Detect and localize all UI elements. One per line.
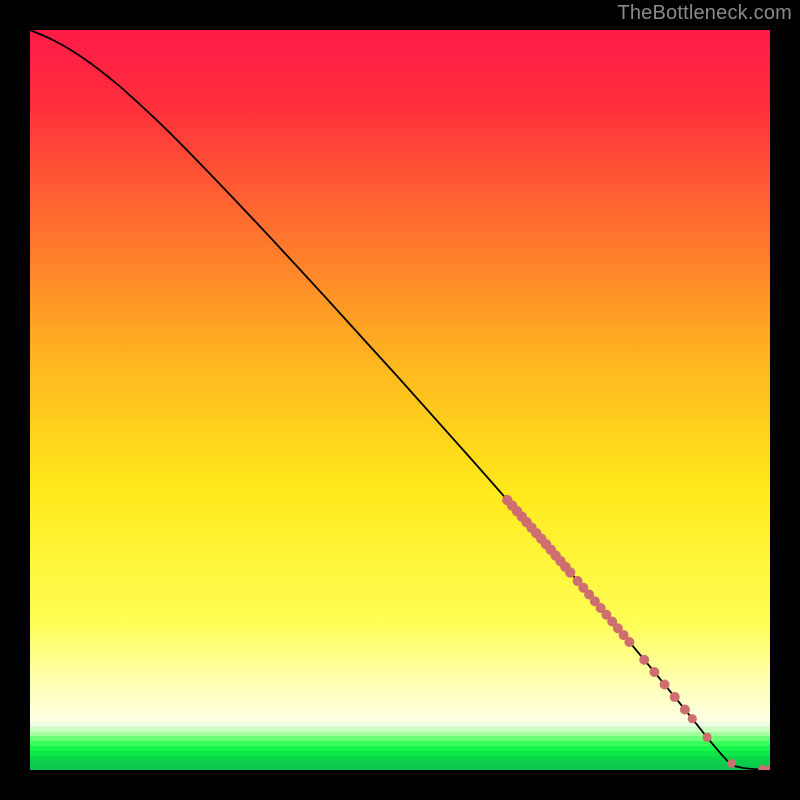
bottleneck-curve — [30, 30, 770, 769]
chart-container: TheBottleneck.com — [0, 0, 800, 800]
data-point — [660, 679, 670, 689]
data-point — [703, 733, 712, 742]
plot-area — [30, 30, 770, 770]
chart-svg — [30, 30, 770, 770]
data-point — [727, 759, 736, 768]
data-point — [670, 692, 680, 702]
data-point — [688, 714, 697, 723]
data-point — [624, 637, 634, 647]
data-point — [565, 567, 575, 577]
data-point — [649, 667, 659, 677]
data-point — [758, 765, 767, 770]
curve-dots — [502, 495, 770, 770]
data-point — [639, 655, 649, 665]
data-point — [680, 705, 690, 715]
data-point — [766, 765, 770, 770]
attribution-label: TheBottleneck.com — [617, 2, 792, 25]
